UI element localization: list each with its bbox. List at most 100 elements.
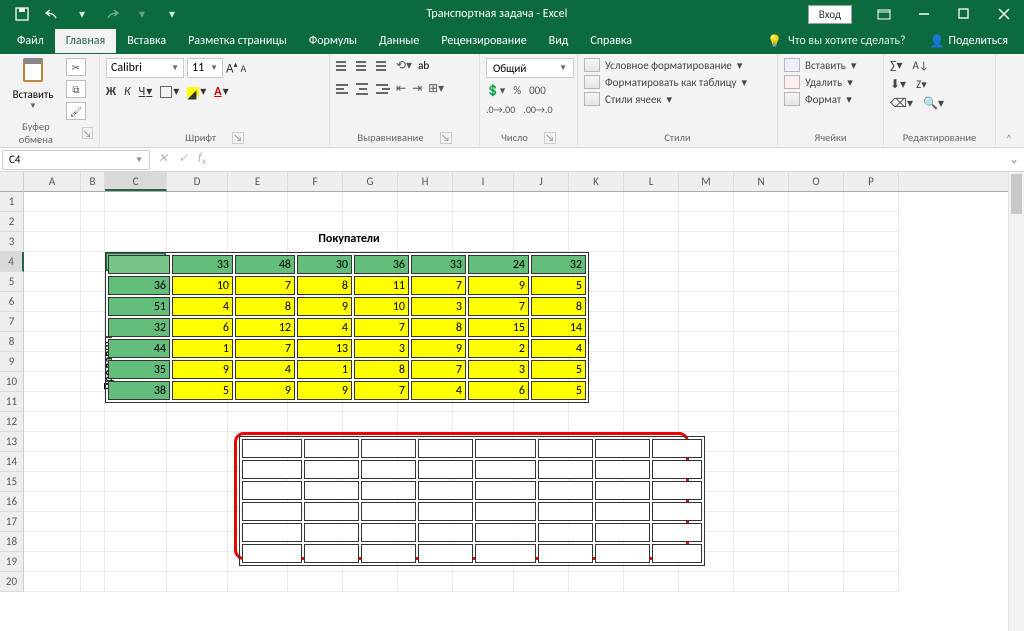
cell[interactable] <box>105 572 167 592</box>
decrease-indent-icon[interactable]: ⇤ <box>396 81 406 96</box>
cell[interactable] <box>844 472 899 492</box>
cut-icon[interactable]: ✂ <box>66 58 86 76</box>
cell[interactable] <box>844 532 899 552</box>
cell[interactable] <box>398 572 453 592</box>
cell[interactable] <box>514 192 569 212</box>
format-as-table-button[interactable]: Форматировать как таблицу▾ <box>584 75 771 89</box>
cell[interactable] <box>679 252 734 272</box>
cell[interactable] <box>81 452 105 472</box>
cell[interactable] <box>734 372 789 392</box>
cell[interactable] <box>81 492 105 512</box>
row-header-6[interactable]: 6 <box>0 292 24 312</box>
cell[interactable] <box>679 332 734 352</box>
align-left-icon[interactable] <box>336 83 350 95</box>
italic-button[interactable]: К <box>124 85 131 99</box>
name-box[interactable]: C4▼ <box>2 150 150 170</box>
cell[interactable] <box>105 472 167 492</box>
cancel-formula-icon[interactable]: ✕ <box>158 151 168 167</box>
cell-styles-button[interactable]: Стили ячеек▾ <box>584 92 771 106</box>
cell[interactable] <box>844 232 899 252</box>
cell[interactable] <box>789 372 844 392</box>
cell[interactable] <box>734 332 789 352</box>
expand-formula-icon[interactable]: ⌄ <box>1004 152 1024 167</box>
col-header-L[interactable]: L <box>624 172 679 191</box>
col-header-M[interactable]: M <box>679 172 734 191</box>
font-name-select[interactable]: Calibri▼ <box>106 58 184 78</box>
cell[interactable] <box>105 492 167 512</box>
cell[interactable] <box>81 212 105 232</box>
cell[interactable] <box>343 192 398 212</box>
increase-indent-icon[interactable]: ⇥ <box>412 81 422 96</box>
cell[interactable] <box>288 212 343 232</box>
row-header-5[interactable]: 5 <box>0 272 24 292</box>
cell[interactable] <box>624 192 679 212</box>
cell[interactable] <box>24 412 81 432</box>
format-painter-icon[interactable]: 🖌 <box>66 102 86 120</box>
cell[interactable] <box>734 472 789 492</box>
row-header-4[interactable]: 4 <box>0 252 24 272</box>
vertical-scrollbar[interactable] <box>1008 172 1024 631</box>
cell[interactable] <box>624 292 679 312</box>
cell[interactable] <box>105 192 167 212</box>
col-header-C[interactable]: C <box>105 172 167 191</box>
cell[interactable] <box>844 332 899 352</box>
col-header-J[interactable]: J <box>514 172 569 191</box>
cell[interactable] <box>734 292 789 312</box>
insert-cells-button[interactable]: Вставить▾ <box>784 58 877 72</box>
cell[interactable] <box>734 392 789 412</box>
cell[interactable] <box>569 412 624 432</box>
cell[interactable] <box>24 492 81 512</box>
cell[interactable] <box>844 272 899 292</box>
cell[interactable] <box>81 292 105 312</box>
cell[interactable] <box>844 412 899 432</box>
row-header-3[interactable]: 3 <box>0 232 24 252</box>
cell[interactable] <box>81 532 105 552</box>
cell[interactable] <box>105 432 167 452</box>
conditional-formatting-button[interactable]: Условное форматирование▾ <box>584 58 771 72</box>
cell[interactable] <box>624 252 679 272</box>
tab-page-layout[interactable]: Разметка страницы <box>177 29 298 53</box>
cell[interactable] <box>24 332 81 352</box>
cell[interactable] <box>81 512 105 532</box>
cell[interactable] <box>81 192 105 212</box>
fx-icon[interactable]: fx <box>198 151 206 167</box>
comma-icon[interactable]: 000 <box>529 84 546 97</box>
cell[interactable] <box>24 512 81 532</box>
cell[interactable] <box>453 572 514 592</box>
col-header-N[interactable]: N <box>734 172 789 191</box>
align-center-icon[interactable] <box>356 83 370 95</box>
tab-insert[interactable]: Вставка <box>116 29 177 53</box>
row-header-16[interactable]: 16 <box>0 492 24 512</box>
cell[interactable] <box>228 192 288 212</box>
row-header-12[interactable]: 12 <box>0 412 24 432</box>
cell[interactable] <box>398 212 453 232</box>
cell[interactable] <box>105 452 167 472</box>
cell[interactable] <box>81 412 105 432</box>
cell[interactable] <box>105 212 167 232</box>
cell[interactable] <box>789 412 844 432</box>
tab-help[interactable]: Справка <box>579 29 643 53</box>
cell[interactable] <box>789 512 844 532</box>
cell[interactable] <box>24 452 81 472</box>
row-header-15[interactable]: 15 <box>0 472 24 492</box>
cell[interactable] <box>453 212 514 232</box>
cell[interactable] <box>844 392 899 412</box>
cell[interactable] <box>789 272 844 292</box>
cell[interactable] <box>734 212 789 232</box>
cell[interactable] <box>624 372 679 392</box>
col-header-H[interactable]: H <box>398 172 453 191</box>
cell[interactable] <box>24 312 81 332</box>
cell[interactable] <box>167 512 228 532</box>
percent-icon[interactable]: % <box>513 84 521 97</box>
grow-font-icon[interactable]: A▴ <box>226 60 238 76</box>
cell[interactable] <box>228 212 288 232</box>
data-table[interactable]: 3348303633243236107811795514891037832612… <box>105 252 589 403</box>
row-header-18[interactable]: 18 <box>0 532 24 552</box>
cell[interactable] <box>228 572 288 592</box>
cell[interactable] <box>81 272 105 292</box>
cell[interactable] <box>343 572 398 592</box>
cell[interactable] <box>167 212 228 232</box>
cell[interactable] <box>24 272 81 292</box>
cell[interactable] <box>734 572 789 592</box>
col-header-D[interactable]: D <box>167 172 228 191</box>
